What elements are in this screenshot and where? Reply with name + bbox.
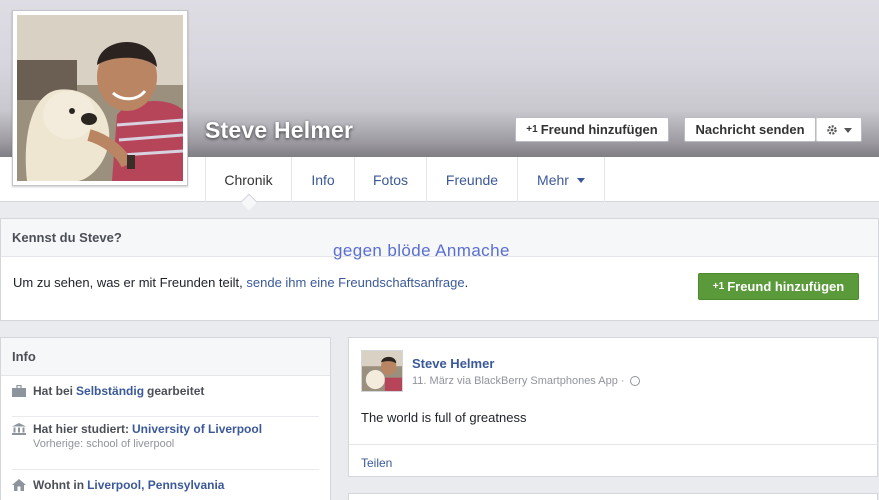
post-divider: [349, 444, 879, 445]
post-author-link[interactable]: Steve Helmer: [412, 356, 494, 371]
chevron-down-icon: [844, 128, 852, 133]
friend-suggestion-text: Um zu sehen, was er mit Freunden teilt, …: [13, 275, 468, 290]
tab-info[interactable]: Info: [291, 157, 354, 202]
add-friend-label: Freund hinzufügen: [540, 122, 658, 137]
study-previous: Vorherige: school of liverpool: [33, 438, 175, 450]
friend-suggestion-text-after: .: [464, 275, 469, 290]
send-message-button[interactable]: Nachricht senden: [684, 117, 816, 142]
post-meta-text: 11. März via BlackBerry Smartphones App …: [412, 375, 625, 387]
post-avatar[interactable]: [361, 350, 403, 392]
friend-suggestion-text-before: Um zu sehen, was er mit Freunden teilt,: [13, 275, 247, 290]
briefcase-icon: [12, 385, 26, 397]
tab-fotos[interactable]: Fotos: [354, 157, 426, 202]
profile-photo: [17, 15, 183, 181]
info-work-row: Hat bei Selbständig gearbeitet: [12, 384, 319, 417]
work-employer-link[interactable]: Selbständig: [76, 384, 144, 398]
info-residence-row: Wohnt in Liverpool, Pennsylvania: [12, 478, 319, 500]
next-post-card: [348, 493, 878, 500]
work-suffix: gearbeitet: [147, 384, 205, 398]
post-meta: 11. März via BlackBerry Smartphones App …: [412, 375, 640, 387]
share-link[interactable]: Teilen: [361, 456, 392, 470]
work-prefix: Hat bei: [33, 384, 74, 398]
study-prefix: Hat hier studiert:: [33, 422, 130, 436]
add-friend-button[interactable]: +1 Freund hinzufügen: [515, 117, 669, 142]
timeline-post: Steve Helmer 11. März via BlackBerry Sma…: [348, 337, 879, 477]
study-school-link[interactable]: University of Liverpool: [132, 422, 262, 436]
tab-freunde[interactable]: Freunde: [426, 157, 517, 202]
chevron-down-icon: [576, 178, 585, 183]
info-panel: Info Hat bei Selbständig gearbeitet Hat …: [0, 337, 331, 500]
info-education-row: Hat hier studiert: University of Liverpo…: [12, 422, 319, 470]
friend-suggestion-box: Kennst du Steve? Um zu sehen, was er mit…: [0, 218, 879, 321]
globe-icon[interactable]: [629, 376, 640, 386]
home-icon: [12, 479, 26, 491]
profile-name[interactable]: Steve Helmer: [205, 117, 353, 144]
gear-icon: [827, 124, 837, 135]
settings-dropdown-button[interactable]: [816, 117, 862, 142]
lives-prefix: Wohnt in: [33, 478, 85, 492]
friend-request-link[interactable]: sende ihm eine Freundschaftsanfrage: [246, 275, 464, 290]
post-text: The world is full of greatness: [361, 410, 527, 425]
add-friend-icon: +1: [712, 281, 725, 292]
add-friend-green-label: Freund hinzufügen: [727, 279, 845, 294]
profile-picture[interactable]: [12, 10, 188, 186]
add-friend-icon: +1: [526, 124, 538, 135]
avatar-photo: [362, 351, 402, 391]
lives-place-link[interactable]: Liverpool, Pennsylvania: [87, 478, 224, 492]
tab-mehr[interactable]: Mehr: [517, 157, 605, 202]
info-title: Info: [1, 338, 330, 376]
tab-mehr-label: Mehr: [537, 171, 569, 188]
overlay-watermark-text: gegen blöde Anmache: [333, 241, 510, 260]
add-friend-green-button[interactable]: +1 Freund hinzufügen: [698, 273, 859, 300]
school-icon: [12, 423, 26, 435]
